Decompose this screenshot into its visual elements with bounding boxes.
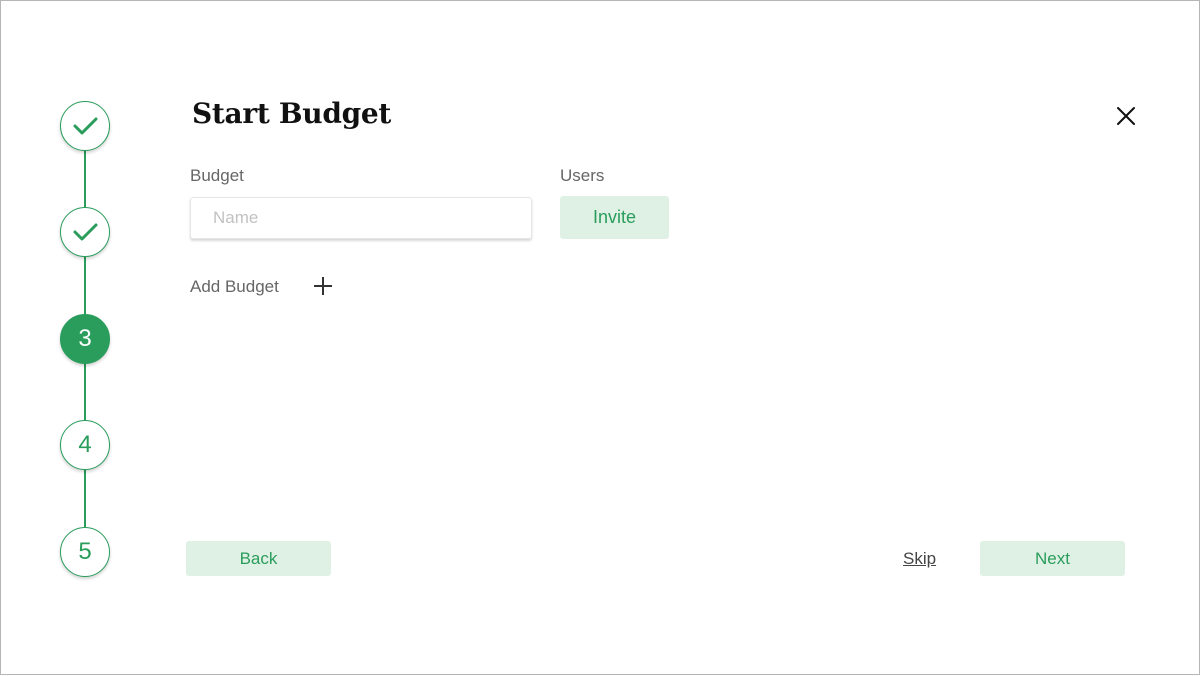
step-number: 4 bbox=[78, 431, 92, 458]
step-number: 3 bbox=[78, 325, 92, 352]
close-button[interactable] bbox=[1113, 103, 1139, 129]
add-budget-button[interactable] bbox=[311, 274, 335, 298]
budget-label: Budget bbox=[190, 166, 244, 185]
back-button[interactable]: Back bbox=[186, 541, 331, 576]
invite-button[interactable]: Invite bbox=[560, 196, 669, 239]
checkmark-icon bbox=[73, 223, 98, 241]
add-budget-label: Add Budget bbox=[190, 277, 279, 296]
skip-link[interactable]: Skip bbox=[903, 549, 936, 569]
stepper-connector bbox=[84, 469, 86, 527]
step-2-completed[interactable] bbox=[60, 207, 110, 257]
step-3-active[interactable]: 3 bbox=[60, 314, 110, 364]
page-title: Start Budget bbox=[192, 97, 392, 130]
step-number: 5 bbox=[78, 538, 92, 565]
stepper-connector bbox=[84, 256, 86, 314]
step-5[interactable]: 5 bbox=[60, 527, 110, 577]
progress-stepper: 3 4 5 bbox=[1, 1, 171, 676]
plus-icon bbox=[314, 277, 332, 295]
step-4[interactable]: 4 bbox=[60, 420, 110, 470]
users-label: Users bbox=[560, 166, 605, 185]
stepper-connector bbox=[84, 363, 86, 421]
stepper-connector bbox=[84, 150, 86, 208]
close-icon bbox=[1117, 107, 1135, 125]
wizard-dialog: 3 4 5 Start Budget Budget Users Invite A… bbox=[0, 0, 1200, 675]
next-button[interactable]: Next bbox=[980, 541, 1125, 576]
budget-name-input[interactable] bbox=[190, 197, 532, 239]
checkmark-icon bbox=[73, 117, 98, 135]
step-1-completed[interactable] bbox=[60, 101, 110, 151]
